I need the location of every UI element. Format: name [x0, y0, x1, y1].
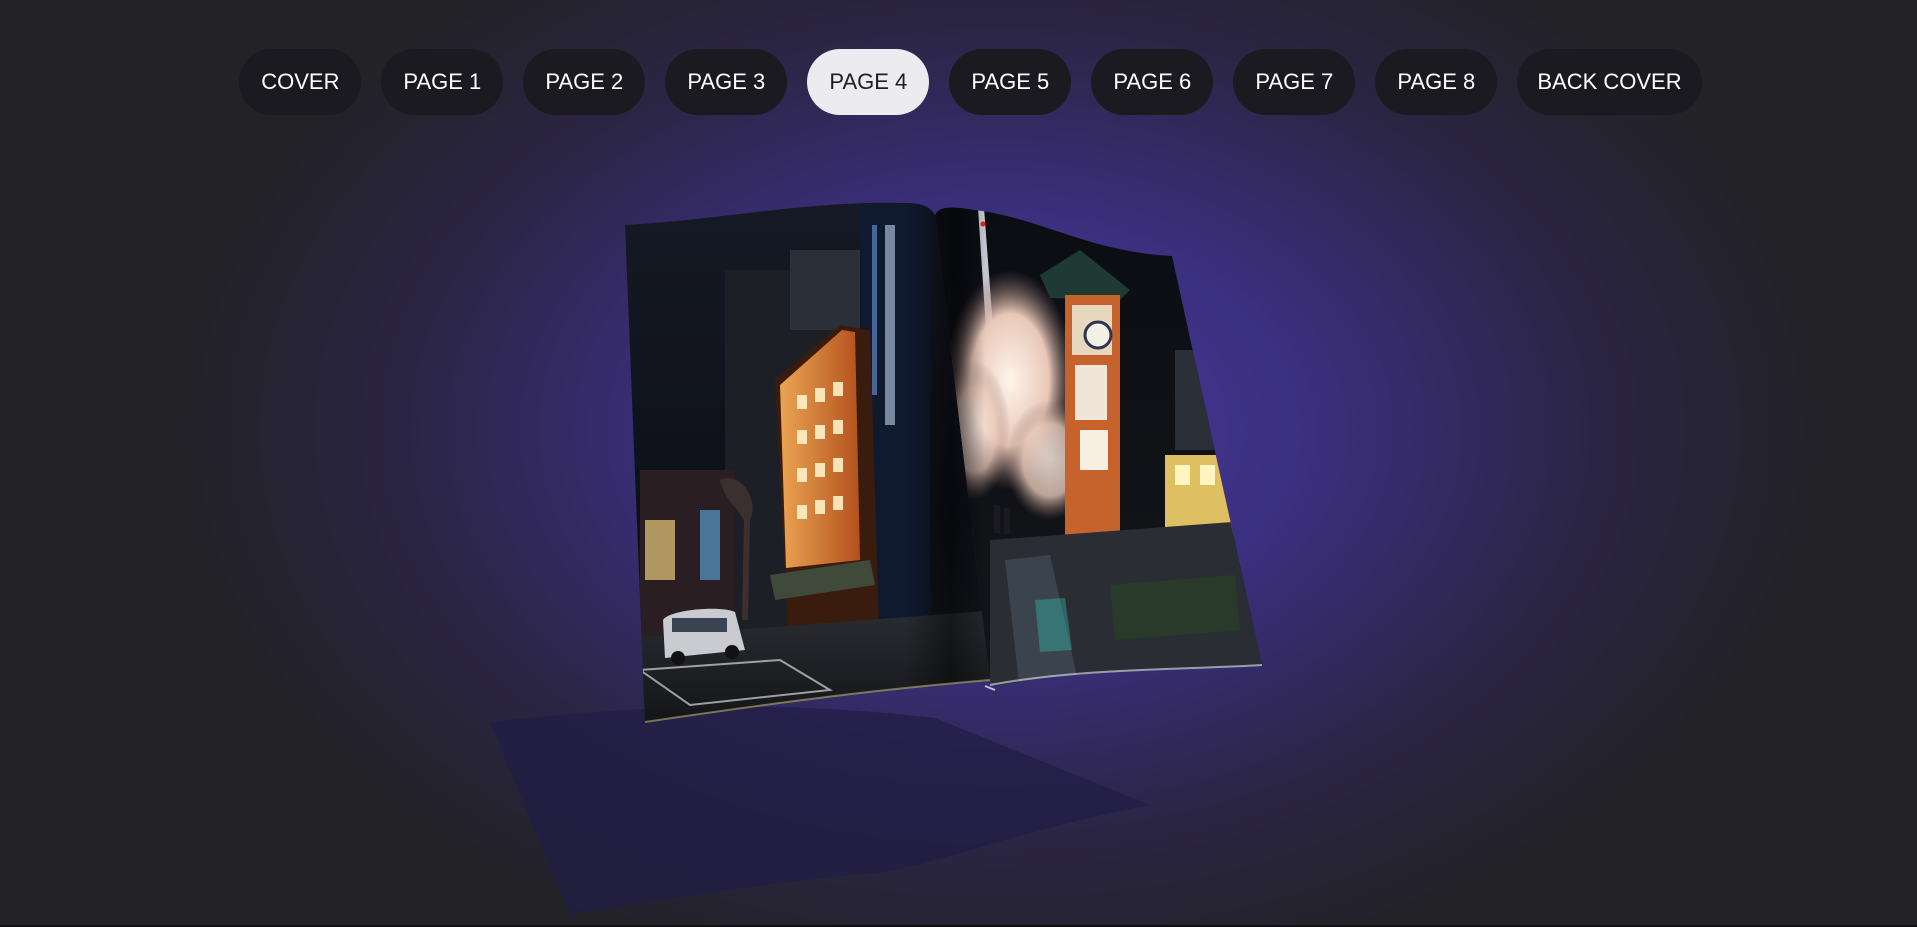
book-shadow: [490, 706, 1150, 915]
book-stage: [490, 190, 1263, 915]
left-page[interactable]: [600, 190, 1000, 730]
red-marker-icon: [980, 221, 986, 227]
